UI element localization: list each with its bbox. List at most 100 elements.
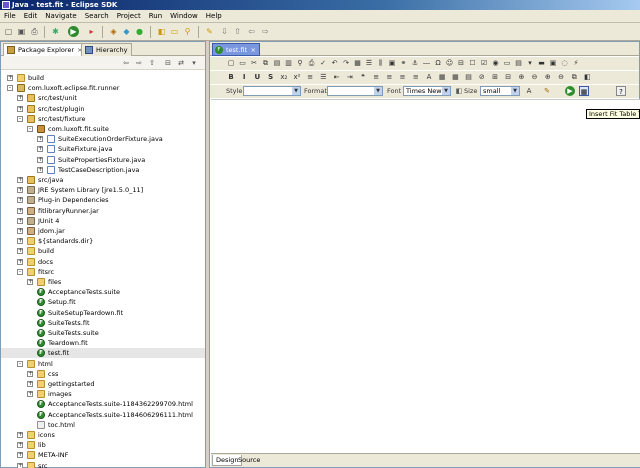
expand-icon[interactable]: + [17, 197, 23, 204]
delete-row-icon[interactable]: ⊖ [530, 72, 540, 82]
tree-item[interactable]: F SuiteSetupTeardown.fit [1, 308, 205, 318]
insert-fit-table-icon[interactable]: ▦ [579, 86, 589, 96]
expand-icon[interactable]: + [17, 238, 23, 245]
open-folder-icon[interactable]: ▭ [169, 26, 180, 37]
save-icon[interactable]: ▣ [16, 26, 27, 37]
tree-item[interactable]: Ftest.fit [1, 348, 205, 359]
run-fit-icon[interactable]: ▶ [565, 86, 575, 96]
tree-item[interactable]: + lib [1, 440, 205, 450]
preview-icon[interactable]: ◧ [582, 72, 592, 82]
editor-tab-test-fit[interactable]: F test.fit × [212, 43, 260, 56]
tree-item[interactable]: + ${standards.dir} [1, 236, 205, 246]
tree-item[interactable]: F AcceptanceTests.suite-1184606296111.htm… [1, 410, 205, 420]
next-annotation-icon[interactable]: ⇩ [219, 26, 230, 37]
column-icon[interactable]: ⫼ [376, 58, 386, 68]
expand-icon[interactable]: + [17, 217, 23, 224]
superscript-icon[interactable]: x² [292, 72, 302, 82]
expand-icon[interactable]: + [17, 442, 23, 449]
expand-icon[interactable]: + [37, 146, 43, 153]
insert-col-icon[interactable]: ⊕ [543, 72, 553, 82]
table-props-icon[interactable]: ▦ [450, 72, 460, 82]
insert-row-icon[interactable]: ⊕ [516, 72, 526, 82]
tree-item[interactable]: F AcceptanceTests.suite-1184362299709.htm… [1, 399, 205, 409]
paste-text-icon[interactable]: ▥ [284, 58, 294, 68]
highlight-color-icon[interactable]: ✎ [542, 86, 552, 96]
no-icon[interactable]: ⊘ [477, 72, 487, 82]
menu-window[interactable]: Window [166, 10, 202, 23]
tree-item[interactable]: - com.luxoft.eclipse.fit.runner [1, 83, 205, 93]
collapse-icon[interactable]: - [7, 85, 13, 92]
expand-icon[interactable]: + [37, 136, 43, 143]
tree-item[interactable]: + src/test/unit [1, 93, 205, 103]
tree-item[interactable]: + JRE System Library [jre1.5.0_11] [1, 185, 205, 195]
tree-item[interactable]: + icons [1, 430, 205, 440]
tree-item[interactable]: + SuiteFixture.java [1, 144, 205, 154]
tab-hierarchy[interactable]: Hierarchy [81, 43, 133, 56]
menu-file[interactable]: File [0, 10, 20, 23]
justify-icon[interactable]: ≡ [411, 72, 421, 82]
textfield-icon[interactable]: ▭ [502, 58, 512, 68]
menu-edit[interactable]: Edit [20, 10, 42, 23]
expand-icon[interactable]: + [17, 207, 23, 214]
delete-col-icon[interactable]: ⊖ [556, 72, 566, 82]
close-icon[interactable]: × [251, 44, 256, 56]
bg-color-icon[interactable]: ▦ [437, 72, 447, 82]
expand-icon[interactable]: + [17, 95, 23, 102]
forward-icon[interactable]: ⇨ [260, 26, 271, 37]
outdent-icon[interactable]: ⇤ [332, 72, 342, 82]
special-char-icon[interactable]: Ω [433, 58, 443, 68]
new-icon[interactable]: ▢ [3, 26, 14, 37]
collapse-icon[interactable]: - [17, 268, 23, 275]
tree-item[interactable]: F AcceptanceTests.suite [1, 287, 205, 297]
hidden-field-icon[interactable]: ◌ [560, 58, 570, 68]
tree-item[interactable]: + jdom.jar [1, 226, 205, 236]
tree-item[interactable]: + fitlibraryRunner.jar [1, 206, 205, 216]
expand-icon[interactable]: + [17, 452, 23, 459]
text-color-icon[interactable]: A [524, 86, 534, 96]
tree-item[interactable]: + css [1, 369, 205, 379]
flash-icon[interactable]: ⚡ [571, 58, 581, 68]
menu-help[interactable]: Help [202, 10, 226, 23]
tree-item[interactable]: F Setup.fit [1, 297, 205, 307]
tree-item[interactable]: + build [1, 246, 205, 256]
cut-icon[interactable]: ✂ [249, 58, 259, 68]
expand-icon[interactable]: + [27, 381, 33, 387]
collapse-icon[interactable]: - [17, 360, 23, 367]
tree-item[interactable]: + files [1, 277, 205, 287]
text-color-icon[interactable]: A [424, 72, 434, 82]
up-icon[interactable]: ⇧ [147, 58, 157, 68]
expand-icon[interactable]: + [17, 258, 23, 265]
redo-icon[interactable]: ↷ [341, 58, 351, 68]
print-icon[interactable]: ⎙ [307, 58, 317, 68]
forward-icon[interactable]: ⇨ [134, 58, 144, 68]
back-icon[interactable]: ⇦ [121, 58, 131, 68]
collapse-icon[interactable]: - [27, 126, 33, 132]
tree-item[interactable]: + SuiteExecutionOrderFixture.java [1, 134, 205, 144]
collapse-all-icon[interactable]: ⊟ [163, 58, 173, 68]
expand-icon[interactable]: + [17, 187, 23, 194]
button-icon[interactable]: ▬ [537, 58, 547, 68]
expand-icon[interactable]: + [37, 156, 43, 163]
expand-icon[interactable]: + [27, 391, 33, 398]
anchor-icon[interactable]: ⚓ [410, 58, 420, 68]
expand-icon[interactable]: + [17, 228, 23, 234]
annotation-icon[interactable]: ✎ [204, 26, 215, 37]
expand-icon[interactable]: + [27, 370, 33, 377]
font-select[interactable]: Times New Ro...▼ [403, 86, 451, 96]
unordered-list-icon[interactable]: ☰ [318, 72, 328, 82]
bold-icon[interactable]: B [226, 72, 236, 82]
help-icon[interactable]: ? [616, 86, 626, 96]
debug-icon[interactable]: ✱ [50, 26, 61, 37]
menu-search[interactable]: Search [81, 10, 113, 23]
spell-check-icon[interactable]: ✓ [318, 58, 328, 68]
search-icon[interactable]: ⚲ [182, 26, 193, 37]
smiley-icon[interactable]: ☺ [445, 58, 455, 68]
tab-package-explorer[interactable]: Package Explorer × [3, 43, 88, 56]
tree-item[interactable]: + gettingstarted [1, 379, 205, 389]
underline-icon[interactable]: U [252, 72, 262, 82]
indent-icon[interactable]: ⇥ [345, 72, 355, 82]
new-package-icon[interactable]: ◆ [121, 26, 132, 37]
image-icon[interactable]: ▣ [387, 58, 397, 68]
new-java-project-icon[interactable]: ◈ [108, 26, 119, 37]
menu-navigate[interactable]: Navigate [41, 10, 80, 23]
